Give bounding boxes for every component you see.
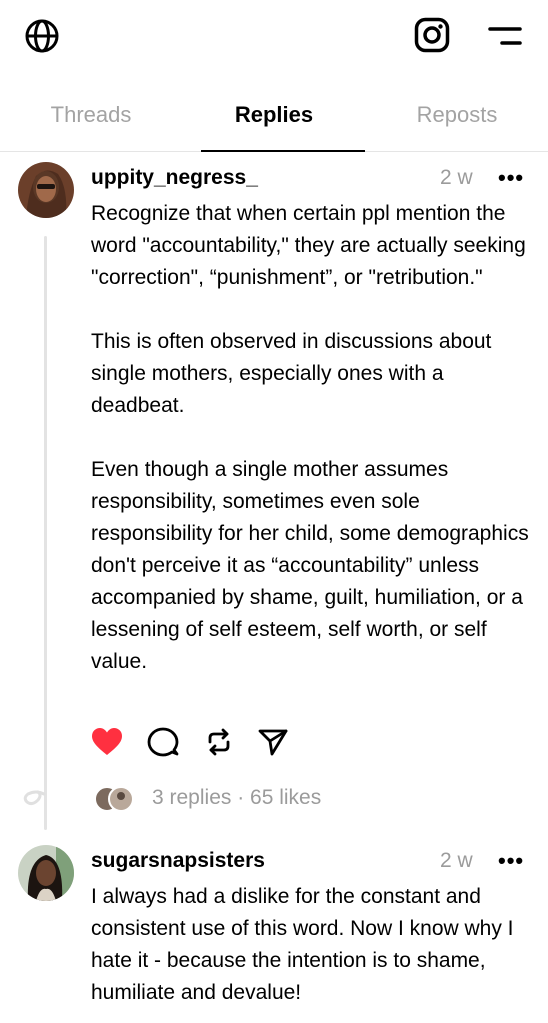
post-username[interactable]: sugarsnapsisters [91,849,265,873]
tab-reposts[interactable]: Reposts [366,88,548,152]
post-username[interactable]: uppity_negress_ [91,166,258,190]
post-body: Recognize that when certain ppl mention … [91,202,529,673]
post-stats[interactable]: 3 replies · 65 likes [152,786,321,810]
post-body: I always had a dislike for the constant … [91,885,520,1004]
post-actions [91,726,311,758]
menu-icon[interactable] [488,24,522,50]
top-bar [0,0,548,72]
instagram-icon[interactable] [414,17,450,53]
tab-threads[interactable]: Threads [0,88,182,152]
avatar[interactable] [18,162,74,218]
share-icon[interactable] [257,726,289,758]
comment-icon[interactable] [147,726,179,758]
globe-icon[interactable] [24,18,60,54]
more-options-button[interactable]: ••• [498,165,524,191]
avatar[interactable] [18,845,74,901]
heart-icon[interactable] [91,726,123,758]
thread-connector-line [44,236,47,830]
repost-icon[interactable] [203,726,235,758]
thread-loop-icon [23,790,46,806]
replier-avatars [94,786,134,812]
tab-replies[interactable]: Replies [183,88,365,152]
post-timestamp: 2 w [440,166,473,189]
post-timestamp: 2 w [440,849,473,872]
profile-tabs: Threads Replies Reposts [0,88,548,152]
more-options-button[interactable]: ••• [498,848,524,874]
